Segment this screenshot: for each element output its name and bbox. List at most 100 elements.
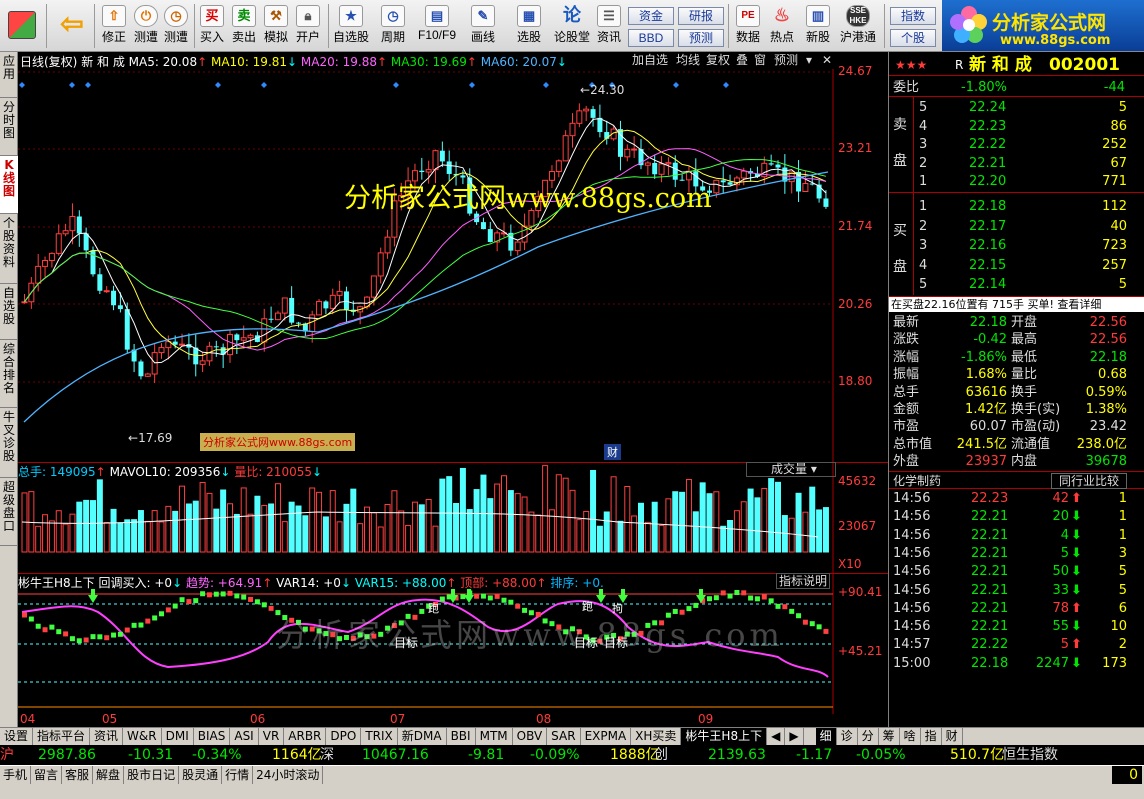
indicator-tab[interactable]: 设置 [0,728,34,745]
tab-watchlist[interactable]: 自选股 [0,284,18,340]
quote-tab[interactable]: 分 [858,728,879,745]
chevron-down-icon[interactable]: ▾ [804,52,818,69]
status-link[interactable]: 客服 [62,766,94,784]
status-link[interactable]: 解盘 [93,766,125,784]
down-arrow-icon: ⬇ [1071,655,1082,671]
status-link[interactable]: 股灵通 [179,766,223,784]
stock-button[interactable]: 个股 [890,29,936,47]
volume-bar [76,501,83,553]
f10-button[interactable]: ▤ F10/F9 [414,3,460,49]
indicator-help-button[interactable]: 指标说明 [776,573,830,589]
indicator-tab[interactable]: DMI [162,728,194,745]
finance-flag-icon[interactable]: 财 [604,444,621,460]
tab-app[interactable]: 应用 [0,52,18,98]
indicator-tab[interactable]: ARBR [284,728,327,745]
high-value: 24.30 [590,83,625,97]
toolbar-button-fix[interactable]: ⇧ 修正 [98,3,130,49]
volume-bar [747,488,754,553]
adjust-button[interactable]: 复权 [704,52,733,69]
tick-row: 14:56 22.21 55 ⬇ 10 [889,618,1144,636]
quote-tab[interactable]: 细 [815,728,837,745]
tab-kline[interactable]: K线图 [0,156,18,214]
kline-chart-area[interactable]: 日线(复权) 新 和 成 MA5: 20.08↑ MA10: 19.81↓ MA… [18,52,888,744]
tab-stock-info[interactable]: 个股资料 [0,214,18,284]
volume-bar [199,481,206,553]
indicator-tab[interactable]: OBV [513,728,548,745]
back-arrow-icon[interactable]: ⇦ [54,3,90,49]
quote-tab[interactable]: 财 [942,728,963,745]
open-account-button[interactable]: 🔒︎ 开户 [292,3,324,49]
period-button[interactable]: ◷ 周期 [372,3,414,49]
predict-button[interactable]: 预测 [772,52,801,69]
indicator-tab[interactable]: BIAS [194,728,231,745]
quote-tab[interactable]: 筹 [879,728,900,745]
indicator-tab[interactable]: EXPMA [581,728,632,745]
draw-line-button[interactable]: ✎ 画线 [462,3,504,49]
buy-button[interactable]: 买 买入 [196,3,228,49]
indicator-tab[interactable]: 资讯 [90,728,124,745]
home-icon[interactable] [4,3,40,49]
status-link[interactable]: 留言 [31,766,63,784]
forum-button[interactable]: 论 论股堂 [552,3,592,49]
sell-button[interactable]: 卖 卖出 [228,3,260,49]
quote-tab[interactable]: 指 [921,728,942,745]
indicator-tab[interactable]: SAR [547,728,581,745]
indicator-tab[interactable]: XH买卖 [631,728,682,745]
scroll-right-icon[interactable]: ▶ [785,728,804,745]
indicator-tab[interactable]: VR [259,728,285,745]
data-button[interactable]: PE 数据 [732,3,764,49]
level-volume: 5 [1118,100,1127,115]
index-button[interactable]: 指数 [890,7,936,25]
research-button[interactable]: 研报 [678,7,724,25]
status-link[interactable]: 行情 [222,766,254,784]
volume-bar [692,511,699,553]
add-watch-button[interactable]: 加自选 [630,52,671,69]
quote-tab[interactable]: 啥 [900,728,921,745]
tick-price: 22.21 [971,564,1009,580]
bbd-button[interactable]: BBD [628,29,674,47]
indicator-tab[interactable]: ASI [230,728,259,745]
news-button[interactable]: ☰ 资讯 [594,3,624,49]
industry-compare-button[interactable]: 同行业比较 [1051,473,1127,489]
indicator-tab[interactable]: 彬牛王H8上下 [681,728,768,745]
volume-select[interactable]: 成交量 ▾ [746,462,836,477]
volume-bar [213,508,220,553]
tab-ranking[interactable]: 综合排名 [0,340,18,408]
tab-diagnosis[interactable]: 牛叉诊股 [0,408,18,478]
fund-button[interactable]: 资金 [628,7,674,25]
indicator-tab[interactable]: BBI [447,728,476,745]
new-stock-button[interactable]: ▥ 新股 [802,3,834,49]
hot-button[interactable]: ♨ 热点 [766,3,798,49]
stat-label: 涨幅 [893,349,920,365]
forecast-button[interactable]: 预测 [678,29,724,47]
scroll-left-icon[interactable]: ◀ [767,728,786,745]
simulate-button[interactable]: ⚒ 模拟 [260,3,292,49]
ma-button[interactable]: 均线 [674,52,703,69]
status-link[interactable]: 手机 [0,766,32,784]
window-button[interactable]: 窗 [752,52,769,69]
indicator-tab[interactable]: 新DMA [398,728,447,745]
status-link[interactable]: 股市日记 [124,766,180,784]
overlay-button[interactable]: 叠 [734,52,751,69]
hammer-icon: ⚒ [264,5,288,27]
big-order-notice[interactable]: 在买盘22.16位置有 715手 买单! 查看详细 [889,296,1144,312]
cy-index-value: 2139.63 [708,747,766,763]
close-icon[interactable]: ✕ [820,52,834,69]
toolbar-button-test[interactable]: ⏻ 测遭 [130,3,162,49]
price-tick: 24.67 [838,64,873,78]
hk-connect-button[interactable]: SSE HKE 沪港通 [838,3,878,49]
price-tick: 20.26 [838,297,873,311]
tab-intraday[interactable]: 分时图 [0,98,18,156]
bottom-strip [0,785,1144,799]
stock-screen-button[interactable]: ▦ 选股 [508,3,550,49]
watchlist-button[interactable]: ★ 自选股 [330,3,372,49]
status-link[interactable]: 24小时滚动 [253,766,324,784]
indicator-tab[interactable]: W&R [123,728,162,745]
indicator-tab[interactable]: 指标平台 [33,728,91,745]
indicator-tab[interactable]: TRIX [361,728,398,745]
toolbar-button-clock[interactable]: ◷ 测遭 [160,3,192,49]
tab-level2[interactable]: 超级盘口 [0,478,18,546]
quote-tab[interactable]: 诊 [837,728,858,745]
indicator-tab[interactable]: MTM [476,728,513,745]
indicator-tab[interactable]: DPO [326,728,362,745]
